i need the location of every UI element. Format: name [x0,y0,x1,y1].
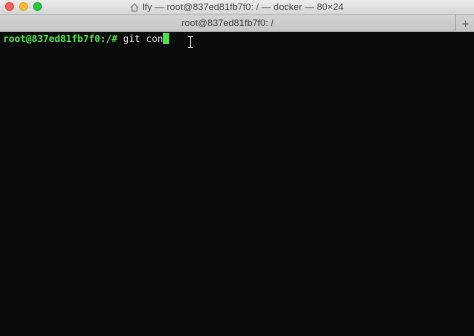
typed-command: git con [117,34,164,45]
title-bar: lfy — root@837ed81fb7f0: / — docker — 80… [0,0,474,15]
tab-terminal-session[interactable]: root@837ed81fb7f0: / [0,15,456,31]
terminal-window: lfy — root@837ed81fb7f0: / — docker — 80… [0,0,474,336]
tab-bar: root@837ed81fb7f0: / + [0,15,474,32]
home-icon [131,2,139,12]
shell-prompt: root@837ed81fb7f0:/# [3,34,118,45]
new-tab-button[interactable]: + [457,15,474,31]
text-cursor [163,33,170,44]
window-title-container: lfy — root@837ed81fb7f0: / — docker — 80… [0,0,474,14]
tab-label: root@837ed81fb7f0: / [181,17,274,29]
window-title: lfy — root@837ed81fb7f0: / — docker — 80… [142,1,344,13]
command-line: root@837ed81fb7f0:/# git con [3,33,170,46]
plus-icon: + [461,15,470,31]
terminal-content[interactable]: root@837ed81fb7f0:/# git con [0,32,474,336]
ibeam-cursor-icon [188,36,193,48]
